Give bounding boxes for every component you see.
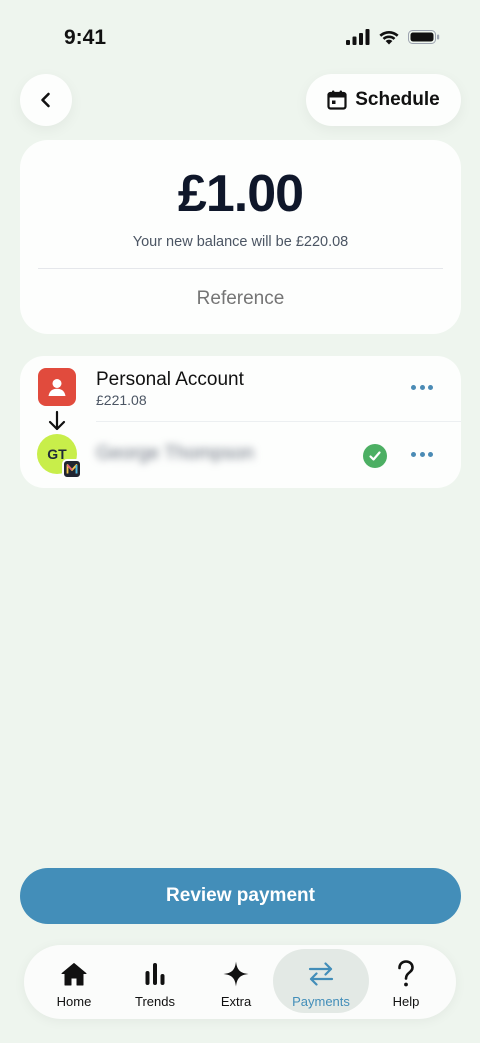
reference-input[interactable] [20,288,461,310]
tab-label: Home [56,994,92,1009]
divider [38,268,443,269]
more-options-icon[interactable] [411,377,433,397]
home-icon [61,963,87,986]
to-account-name: George Thompson [96,443,255,464]
cellular-signal-icon [346,29,370,45]
status-bar: 9:41 [0,0,480,72]
tab-label: Payments [292,994,350,1009]
tab-label: Trends [135,994,175,1009]
amount-card: £1.00 Your new balance will be £220.08 [20,140,461,334]
from-account-name: Personal Account [96,369,244,390]
person-icon [38,368,76,406]
check-circle-icon [363,444,387,468]
from-account-balance: £221.08 [96,392,147,408]
schedule-button[interactable]: Schedule [306,74,461,126]
back-button[interactable] [20,74,72,126]
review-payment-button[interactable]: Review payment [20,868,461,924]
tab-label: Extra [220,994,252,1009]
bank-logo-icon [62,459,82,479]
calendar-icon [327,90,347,110]
sparkle-icon [223,961,249,987]
battery-icon [408,30,440,44]
schedule-label: Schedule [355,89,440,110]
more-options-icon[interactable] [411,444,433,464]
chevron-left-icon [41,92,50,108]
tab-label: Help [392,994,420,1009]
new-balance-note: Your new balance will be £220.08 [132,234,349,250]
question-icon [398,960,414,987]
wifi-icon [379,30,399,45]
bottom-tab-bar: Home Trends Extra Payments Help [24,945,456,1019]
status-time: 9:41 [64,26,107,49]
tab-extra[interactable]: Extra [188,949,284,1013]
bar-chart-icon [145,963,165,985]
transfer-arrows-icon [308,962,334,986]
to-account-row[interactable]: GT George Thompson [20,422,461,488]
tab-help[interactable]: Help [358,949,454,1013]
tab-payments[interactable]: Payments [273,949,369,1013]
status-icons [346,29,440,45]
from-account-row[interactable]: Personal Account £221.08 [20,356,461,422]
payment-amount[interactable]: £1.00 [20,164,461,224]
accounts-card: Personal Account £221.08 GT George Thomp… [20,356,461,488]
